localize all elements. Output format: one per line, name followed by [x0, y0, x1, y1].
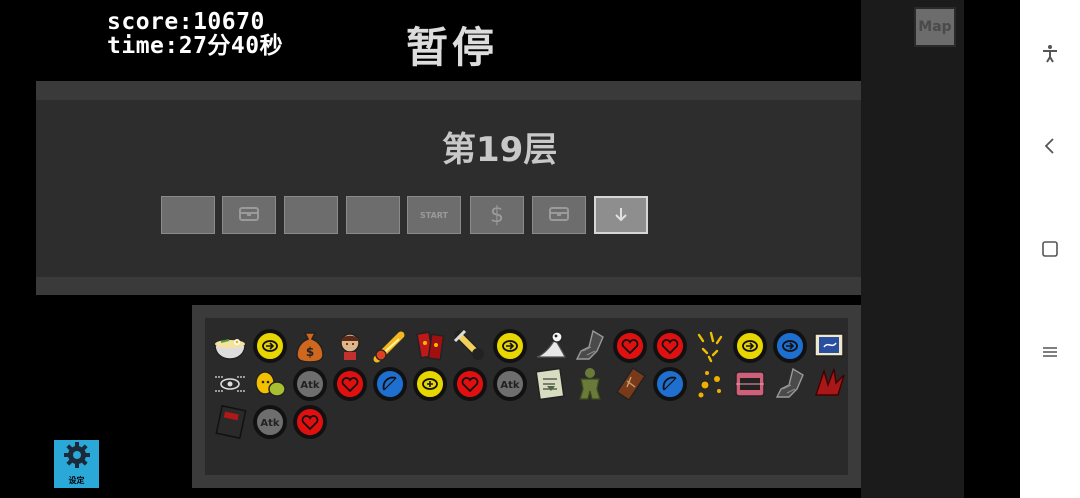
- pink-chest-icon[interactable]: [731, 365, 769, 403]
- settings-label: 设定: [68, 476, 85, 485]
- blue-bow-coin-icon[interactable]: [371, 365, 409, 403]
- right-side-panel: [861, 0, 964, 498]
- room-chest: [532, 196, 586, 234]
- chest-icon: [238, 204, 260, 226]
- recents-menu-icon[interactable]: [1038, 340, 1062, 364]
- atk-label: Atk: [500, 380, 520, 391]
- red-heart-coin-icon[interactable]: [331, 365, 369, 403]
- room-shop: $: [470, 196, 524, 234]
- room-start: START: [407, 196, 461, 234]
- yellow-speed-coin-icon[interactable]: [731, 327, 769, 365]
- gray-attack-coin-icon[interactable]: Atk: [291, 365, 329, 403]
- settings-button[interactable]: 设定: [54, 440, 99, 488]
- svg-text:$: $: [306, 345, 314, 359]
- red-heart-coin-icon[interactable]: [291, 403, 329, 441]
- syringe-icon[interactable]: [451, 327, 489, 365]
- sparks-icon[interactable]: [691, 327, 729, 365]
- money-bag-icon[interactable]: $: [291, 327, 329, 365]
- time-text: time:27分40秒: [107, 33, 284, 59]
- room-empty: [161, 196, 215, 234]
- atk-label: Atk: [300, 380, 320, 391]
- yellow-speed-coin-icon[interactable]: [491, 327, 529, 365]
- room-empty: [346, 196, 400, 234]
- chest-icon: [548, 204, 570, 226]
- noodle-bowl-icon[interactable]: [211, 327, 249, 365]
- red-heart-coin-icon[interactable]: [651, 327, 689, 365]
- red-cards-icon[interactable]: [411, 327, 449, 365]
- gray-attack-coin-icon[interactable]: Atk: [251, 403, 289, 441]
- yellow-plus-coin-icon[interactable]: [411, 365, 449, 403]
- floor-title: 第19层: [442, 130, 558, 170]
- book-page-icon[interactable]: [531, 365, 569, 403]
- score-text: score:10670: [107, 9, 265, 35]
- armored-boot-icon[interactable]: [571, 327, 609, 365]
- gray-attack-coin-icon[interactable]: Atk: [491, 365, 529, 403]
- pause-title: 暂停: [406, 23, 499, 72]
- room-exit-current: [594, 196, 648, 234]
- room-start-label: START: [419, 210, 449, 220]
- girl-portrait-icon[interactable]: [331, 327, 369, 365]
- red-book-icon[interactable]: [211, 403, 249, 441]
- red-heart-coin-icon[interactable]: [611, 327, 649, 365]
- armored-boot-icon[interactable]: [771, 365, 809, 403]
- room-empty: [284, 196, 338, 234]
- blue-card-icon[interactable]: [810, 327, 848, 365]
- eye-sigil-icon[interactable]: [211, 365, 249, 403]
- room-chest: [222, 196, 276, 234]
- bird-skull-icon[interactable]: [531, 327, 569, 365]
- blue-speed-coin-icon[interactable]: [771, 327, 809, 365]
- red-claw-icon[interactable]: [810, 365, 848, 403]
- blue-bow-coin-icon[interactable]: [651, 365, 689, 403]
- coffin-icon[interactable]: [611, 365, 649, 403]
- back-icon[interactable]: [1038, 134, 1062, 158]
- ghillie-suit-icon[interactable]: [571, 365, 609, 403]
- comet-icon[interactable]: [371, 327, 409, 365]
- gear-icon: [62, 440, 92, 474]
- home-icon[interactable]: [1038, 237, 1062, 261]
- down-arrow-icon: [613, 202, 629, 228]
- accessibility-icon[interactable]: [1038, 42, 1062, 66]
- hud: score:10670 time:27分40秒: [107, 10, 283, 58]
- yellow-speed-coin-icon[interactable]: [251, 327, 289, 365]
- gold-orbs-icon[interactable]: [691, 365, 729, 403]
- atk-label: Atk: [260, 418, 280, 429]
- lemon-duo-icon[interactable]: [251, 365, 289, 403]
- map-button[interactable]: Map: [914, 7, 956, 47]
- red-heart-coin-icon[interactable]: [451, 365, 489, 403]
- dollar-icon: $: [490, 202, 504, 228]
